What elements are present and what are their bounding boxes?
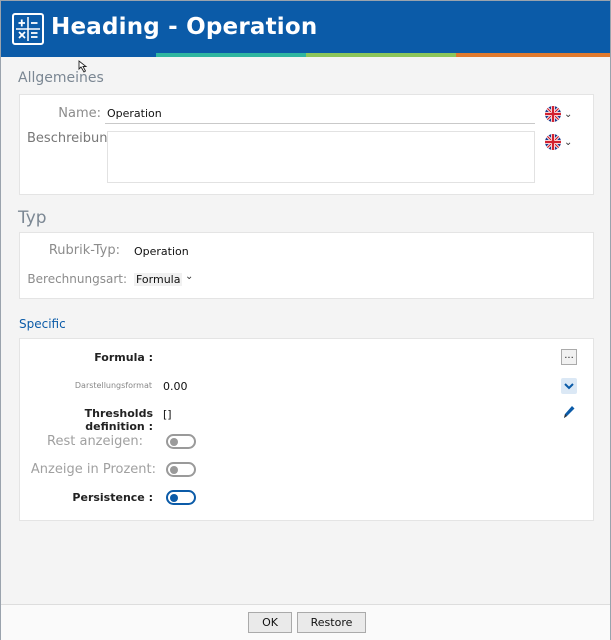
berechnungsart-select[interactable]: Formula — [134, 273, 183, 286]
name-input[interactable]: Operation — [107, 107, 162, 120]
rubrik-typ-label: Rubrik-Typ: — [48, 243, 120, 258]
berechnungsart-label: Berechnungsart: — [27, 272, 127, 286]
persistence-label: Persistence : — [72, 491, 153, 504]
section-title-specific: Specific — [19, 317, 66, 331]
berechnungsart-chevron-icon[interactable]: ⌄ — [185, 271, 193, 282]
formula-label: Formula : — [94, 351, 153, 364]
accent-stripe-teal — [156, 53, 306, 57]
name-label: Name: — [58, 106, 101, 121]
thresholds-value: [] — [163, 408, 172, 421]
uk-flag-icon[interactable] — [545, 106, 561, 122]
anzeige-in-prozent-label: Anzeige in Prozent: — [30, 462, 156, 477]
formula-edit-button[interactable]: ... — [561, 349, 577, 365]
pencil-edit-icon[interactable] — [562, 404, 576, 424]
dialog-window: Heading - Operation Allgemeines Name: Op… — [0, 0, 611, 640]
accent-stripe-blue — [1, 53, 156, 57]
thresholds-label: Thresholds definition : — [84, 407, 153, 433]
accent-stripe-orange — [456, 53, 610, 57]
uk-flag-icon[interactable] — [545, 134, 561, 150]
chevron-down-icon — [564, 383, 574, 390]
persistence-toggle[interactable] — [166, 490, 196, 505]
rest-anzeigen-toggle[interactable] — [166, 434, 196, 449]
language-dropdown-chevron-icon[interactable]: ⌄ — [564, 137, 572, 148]
rubrik-typ-value: Operation — [134, 245, 189, 258]
window-title: Heading - Operation — [51, 14, 318, 40]
darstellungsformat-label: Darstellungsformat — [74, 381, 152, 390]
accent-stripe-green — [306, 53, 456, 57]
name-input-underline — [105, 123, 535, 124]
rest-anzeigen-label: Rest anzeigen: — [47, 434, 143, 449]
restore-button[interactable]: Restore — [297, 612, 366, 633]
anzeige-in-prozent-toggle[interactable] — [166, 462, 196, 477]
section-title-typ: Typ — [18, 208, 47, 228]
title-bar: Heading - Operation — [1, 1, 610, 56]
darstellungsformat-dropdown-button[interactable] — [561, 378, 577, 394]
ok-button[interactable]: OK — [248, 612, 292, 633]
calculator-icon — [12, 13, 44, 45]
language-dropdown-chevron-icon[interactable]: ⌄ — [564, 109, 572, 120]
beschreibung-textarea[interactable] — [107, 131, 535, 183]
darstellungsformat-value: 0.00 — [163, 380, 188, 393]
section-title-allgemeines: Allgemeines — [18, 70, 104, 86]
